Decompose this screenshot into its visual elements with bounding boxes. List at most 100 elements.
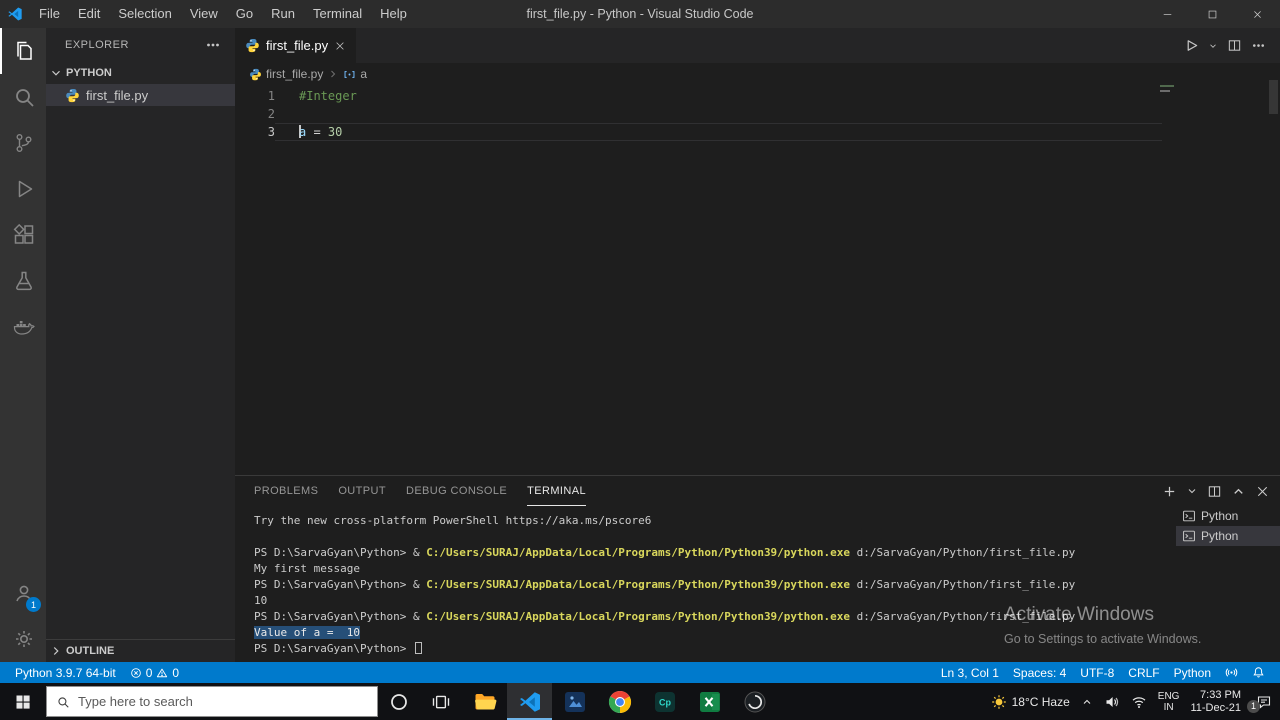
minimap[interactable]: [1160, 85, 1174, 92]
taskbar-app-chrome[interactable]: [597, 683, 642, 720]
terminal-text: C:/Users/SURAJ/AppData/Local/Programs/Py…: [426, 610, 851, 623]
taskbar-app-obs[interactable]: [732, 683, 777, 720]
error-count: 0: [145, 665, 153, 680]
code-line[interactable]: 3a = 30: [235, 123, 1162, 141]
editor-more-actions-icon[interactable]: [1251, 38, 1266, 53]
action-center-button[interactable]: 1: [1247, 694, 1272, 713]
eol[interactable]: CRLF: [1121, 662, 1166, 683]
search-input[interactable]: [78, 694, 368, 709]
taskbar-app-file-explorer[interactable]: [462, 683, 507, 720]
activity-source-control[interactable]: [0, 120, 46, 166]
encoding[interactable]: UTF-8: [1073, 662, 1121, 683]
menu-file[interactable]: File: [30, 0, 69, 28]
run-dropdown-icon[interactable]: [1208, 41, 1218, 51]
breadcrumb-file[interactable]: first_file.py: [266, 67, 323, 81]
menu-go[interactable]: Go: [227, 0, 262, 28]
code-line[interactable]: 2: [235, 105, 1162, 123]
editor-actions: [1184, 28, 1280, 63]
terminal-text: PS D:\SarvaGyan\Python> &: [254, 610, 427, 623]
cursor-position[interactable]: Ln 3, Col 1: [934, 662, 1006, 683]
tab-label: first_file.py: [266, 38, 329, 53]
panel-tab-problems[interactable]: PROBLEMS: [254, 477, 318, 506]
broadcast-button[interactable]: [1218, 662, 1245, 683]
activity-accounts[interactable]: 1: [0, 570, 46, 616]
weather-widget[interactable]: 18°C Haze: [991, 694, 1070, 710]
outline-section[interactable]: OUTLINE: [46, 639, 235, 662]
maximize-icon: [1207, 9, 1218, 20]
start-button[interactable]: [0, 683, 46, 720]
activity-settings[interactable]: [0, 616, 46, 662]
minimize-button[interactable]: [1145, 0, 1190, 28]
terminal-instance-name: Python: [1201, 529, 1239, 543]
chevron-down-icon: [49, 66, 63, 80]
terminal-instance[interactable]: Python: [1176, 506, 1280, 526]
new-terminal-button[interactable]: [1162, 484, 1177, 499]
panel-tab-terminal[interactable]: TERMINAL: [527, 477, 586, 506]
language-indicator[interactable]: ENG IN: [1158, 691, 1180, 713]
activity-run-and-debug[interactable]: [0, 166, 46, 212]
taskbar-app-camtasia[interactable]: Cp: [642, 683, 687, 720]
cortana-button[interactable]: [378, 683, 420, 720]
menu-run[interactable]: Run: [262, 0, 304, 28]
python-interpreter[interactable]: Python 3.9.7 64-bit: [8, 662, 123, 683]
activity-testing[interactable]: [0, 258, 46, 304]
taskbar-app-vscode[interactable]: [507, 683, 552, 720]
terminal-line: PS D:\SarvaGyan\Python> & C:/Users/SURAJ…: [254, 577, 1176, 593]
menu-help[interactable]: Help: [371, 0, 416, 28]
task-view-button[interactable]: [420, 683, 462, 720]
menu-edit[interactable]: Edit: [69, 0, 109, 28]
hidden-icons-button[interactable]: [1081, 696, 1093, 708]
language-mode[interactable]: Python: [1167, 662, 1218, 683]
file-item[interactable]: first_file.py: [46, 84, 235, 106]
code-text: a = 30: [275, 123, 1162, 141]
panel-tab-output[interactable]: OUTPUT: [338, 477, 386, 506]
line-number: 3: [267, 125, 275, 139]
terminal-output[interactable]: Try the new cross-platform PowerShell ht…: [235, 506, 1176, 661]
menu-selection[interactable]: Selection: [109, 0, 180, 28]
notifications-button[interactable]: [1245, 662, 1272, 683]
split-editor-button[interactable]: [1227, 38, 1242, 53]
folder-section-python[interactable]: PYTHON: [46, 62, 235, 84]
bottom-panel: PROBLEMS OUTPUT DEBUG CONSOLE TERMINAL Try …: [235, 475, 1280, 662]
python-interpreter-label: Python 3.9.7 64-bit: [15, 665, 116, 680]
explorer-more-actions-icon[interactable]: [205, 37, 221, 53]
terminal-text: PS D:\SarvaGyan\Python> &: [254, 578, 427, 591]
maximize-button[interactable]: [1190, 0, 1235, 28]
code-editor[interactable]: 1 #Integer 2 3 a = 30: [235, 85, 1280, 141]
windows-logo-icon: [15, 694, 31, 710]
breadcrumb-symbol[interactable]: a: [360, 67, 367, 81]
split-terminal-button[interactable]: [1207, 484, 1222, 499]
menu-view[interactable]: View: [181, 0, 227, 28]
close-window-button[interactable]: [1235, 0, 1280, 28]
problems-indicator[interactable]: 0 0: [123, 662, 186, 683]
taskbar-search[interactable]: [46, 686, 378, 717]
activity-extensions[interactable]: [0, 212, 46, 258]
status-bar-right: Ln 3, Col 1 Spaces: 4 UTF-8 CRLF Python: [934, 662, 1272, 683]
volume-icon[interactable]: [1104, 694, 1120, 710]
taskbar-app-excel[interactable]: [687, 683, 732, 720]
panel-tab-debug-console[interactable]: DEBUG CONSOLE: [406, 477, 507, 506]
menu-terminal[interactable]: Terminal: [304, 0, 371, 28]
terminal-instance[interactable]: Python: [1176, 526, 1280, 546]
activity-search[interactable]: [0, 74, 46, 120]
terminal-line: Try the new cross-platform PowerShell ht…: [254, 513, 1176, 529]
close-panel-button[interactable]: [1255, 484, 1270, 499]
editor-tab[interactable]: first_file.py: [235, 28, 357, 63]
language-bottom: IN: [1163, 701, 1174, 713]
clock[interactable]: 7:33 PM 11-Dec-21: [1190, 689, 1241, 715]
code-line[interactable]: 1 #Integer: [235, 87, 1162, 105]
network-icon[interactable]: [1131, 694, 1147, 710]
weather-icon: [991, 694, 1007, 710]
taskbar-app-photos[interactable]: [552, 683, 597, 720]
editor-scrollbar[interactable]: [1269, 80, 1278, 114]
language-top: ENG: [1157, 690, 1180, 702]
activity-explorer[interactable]: [0, 28, 46, 74]
activity-docker[interactable]: [0, 304, 46, 350]
cortana-icon: [389, 692, 409, 712]
titlebar: File Edit Selection View Go Run Terminal Help f…: [0, 0, 1280, 28]
close-tab-icon[interactable]: [334, 40, 346, 52]
run-python-file-button[interactable]: [1184, 38, 1199, 53]
maximize-panel-button[interactable]: [1231, 484, 1246, 499]
indentation[interactable]: Spaces: 4: [1006, 662, 1073, 683]
terminal-dropdown-icon[interactable]: [1186, 485, 1198, 497]
